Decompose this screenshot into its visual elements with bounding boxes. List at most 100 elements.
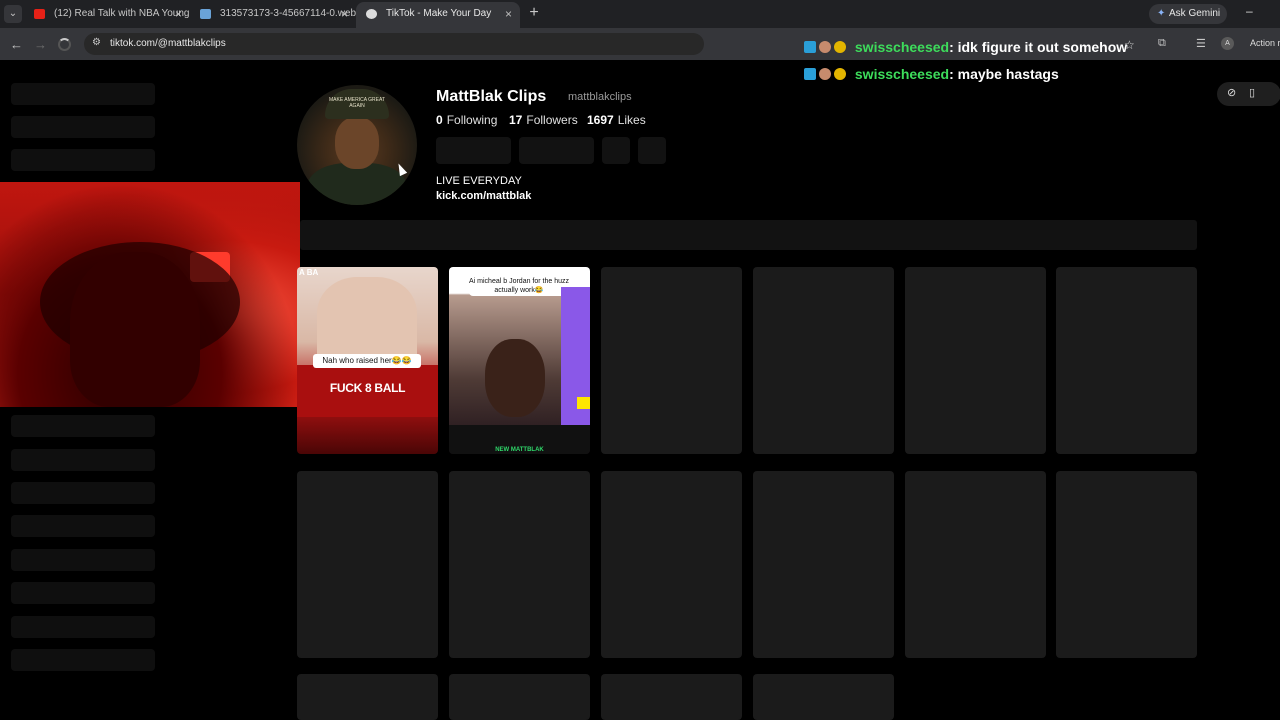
profile-avatar[interactable]: MAKE AMERICA GREAT AGAIN [297,85,417,205]
video-card-skeleton[interactable] [601,674,742,720]
avatar-hat-text: MAKE AMERICA GREAT AGAIN [328,97,386,109]
address-bar[interactable]: ⚙ tiktok.com/@mattblakclips [84,33,704,55]
stat-value: 0 [436,113,443,127]
stat-followers[interactable]: 17 Followers [509,113,578,127]
avatar-face [335,117,379,169]
sidebar-skeleton-item [11,649,155,671]
chat-message: swisscheesed: maybe hastags [804,65,1059,83]
emote-badge-icon [819,41,831,53]
more-button-placeholder[interactable] [638,137,666,164]
tab-title: TikTok - Make Your Day [386,8,492,19]
profile-display-name: MattBlak Clips [436,88,547,105]
compass-icon[interactable]: ⊘ [1227,86,1236,99]
profile-tabs-placeholder [300,220,1197,250]
video-thumbnail-sticker [577,397,590,409]
video-overlay-text: FUCK 8 BALL [329,381,406,395]
chat-message: swisscheesed: idk figure it out somehow [804,38,1127,56]
forward-arrow-icon[interactable]: → [34,37,47,53]
browser-tab-bar: ⌄ (12) Real Talk with NBA YoungB × 31357… [0,0,1280,28]
webcam-person [70,252,200,407]
screen: ⌄ (12) Real Talk with NBA YoungB × 31357… [0,0,1280,720]
sidebar-skeleton-item [11,449,155,471]
sidebar-skeleton-item [11,582,155,604]
sidebar-skeleton-item [11,549,155,571]
video-card-skeleton[interactable] [601,471,742,658]
tab-title: 313573173-3-45667114-0.webp [220,8,356,19]
stat-label: Following [446,113,498,127]
video-card-skeleton[interactable] [753,674,894,720]
video-card-skeleton[interactable] [601,267,742,454]
tab-close-icon[interactable]: × [175,2,182,26]
tab-tiktok[interactable]: TikTok - Make Your Day × [356,2,520,28]
video-card-skeleton[interactable] [449,674,590,720]
video-card-skeleton[interactable] [905,471,1046,658]
stat-label: Likes [617,113,646,127]
video-card-skeleton[interactable] [753,471,894,658]
tab-youtube[interactable]: (12) Real Talk with NBA YoungB × [24,2,190,28]
chat-text: : maybe hastags [949,66,1059,82]
video-overlay-text: NEW MATTBLAK [495,447,544,453]
profile-avatar-icon[interactable]: A [1221,37,1234,50]
stat-following[interactable]: 0 Following [436,113,497,127]
sidebar-skeleton-item [11,515,155,537]
tiktok-favicon-icon [366,9,377,19]
sidebar-skeleton-item [11,616,155,638]
video-card-skeleton[interactable] [753,267,894,454]
profile-username: mattblakclips [568,91,632,103]
prime-badge-icon [804,68,816,80]
phone-icon[interactable]: ▯ [1249,86,1255,99]
extensions-icon[interactable]: ⧉ [1158,37,1166,50]
sidebar-skeleton-item [11,149,155,171]
video-card-skeleton[interactable] [297,674,438,720]
tab-image[interactable]: 313573173-3-45667114-0.webp × [190,2,356,28]
gemini-spark-icon: ✦ [1157,8,1166,19]
floating-action-buttons: ⊘ ▯ [1217,82,1280,106]
stat-likes: 1697 Likes [587,113,646,127]
video-card[interactable]: Nah who raised her😂😂 FUCK 8 BALL A BA [297,267,438,454]
chat-username: swisscheesed [854,39,950,55]
video-card-skeleton[interactable] [297,471,438,658]
video-caption: Nah who raised her😂😂 [313,354,421,368]
follow-button-placeholder[interactable] [436,137,511,164]
tab-title: (12) Real Talk with NBA YoungB [54,8,190,19]
stat-value: 17 [509,113,523,127]
image-favicon-icon [200,9,211,19]
loading-spinner-icon[interactable] [58,38,71,51]
chat-username: swisscheesed [854,66,950,82]
avatar-hat: MAKE AMERICA GREAT AGAIN [325,89,389,119]
sidebar-skeleton-item [11,415,155,437]
video-card-skeleton[interactable] [1056,267,1197,454]
profile-bio: LIVE EVERYDAY [436,175,522,187]
stat-label: Followers [526,113,578,127]
site-info-icon[interactable]: ⚙ [92,37,101,48]
tab-close-icon[interactable]: × [505,2,512,26]
new-tab-button[interactable]: + [526,4,542,22]
avatar-body [307,163,407,205]
sidebar-skeleton-item [11,482,155,504]
stat-value: 1697 [587,113,614,127]
profile-link[interactable]: kick.com/mattblak [436,190,531,202]
bits-badge-icon [834,68,846,80]
sidebar-skeleton-item [11,83,155,105]
video-card[interactable]: Ai micheal b Jordan for the huzz actuall… [449,267,590,454]
message-button-placeholder[interactable] [519,137,594,164]
tab-search-menu-button[interactable]: ⌄ [4,5,22,23]
youtube-favicon-icon [34,9,45,19]
bits-badge-icon [834,41,846,53]
share-button-placeholder[interactable] [602,137,630,164]
prime-badge-icon [804,41,816,53]
reading-list-icon[interactable]: ☰ [1196,37,1206,50]
minimize-window-button[interactable]: – [1246,4,1253,18]
chat-text: : idk figure it out somehow [949,39,1128,55]
sidebar-skeleton-item [11,116,155,138]
ask-gemini-button[interactable]: ✦ Ask Gemini [1149,4,1227,24]
video-card-skeleton[interactable] [449,471,590,658]
emote-badge-icon [819,68,831,80]
video-card-skeleton[interactable] [1056,471,1197,658]
video-card-skeleton[interactable] [905,267,1046,454]
tab-close-icon[interactable]: × [341,2,348,26]
url-text[interactable]: tiktok.com/@mattblakclips [110,37,226,51]
ask-gemini-label: Ask Gemini [1169,8,1221,19]
video-edge-text: A BA [299,268,319,277]
back-arrow-icon[interactable]: ← [10,37,23,53]
